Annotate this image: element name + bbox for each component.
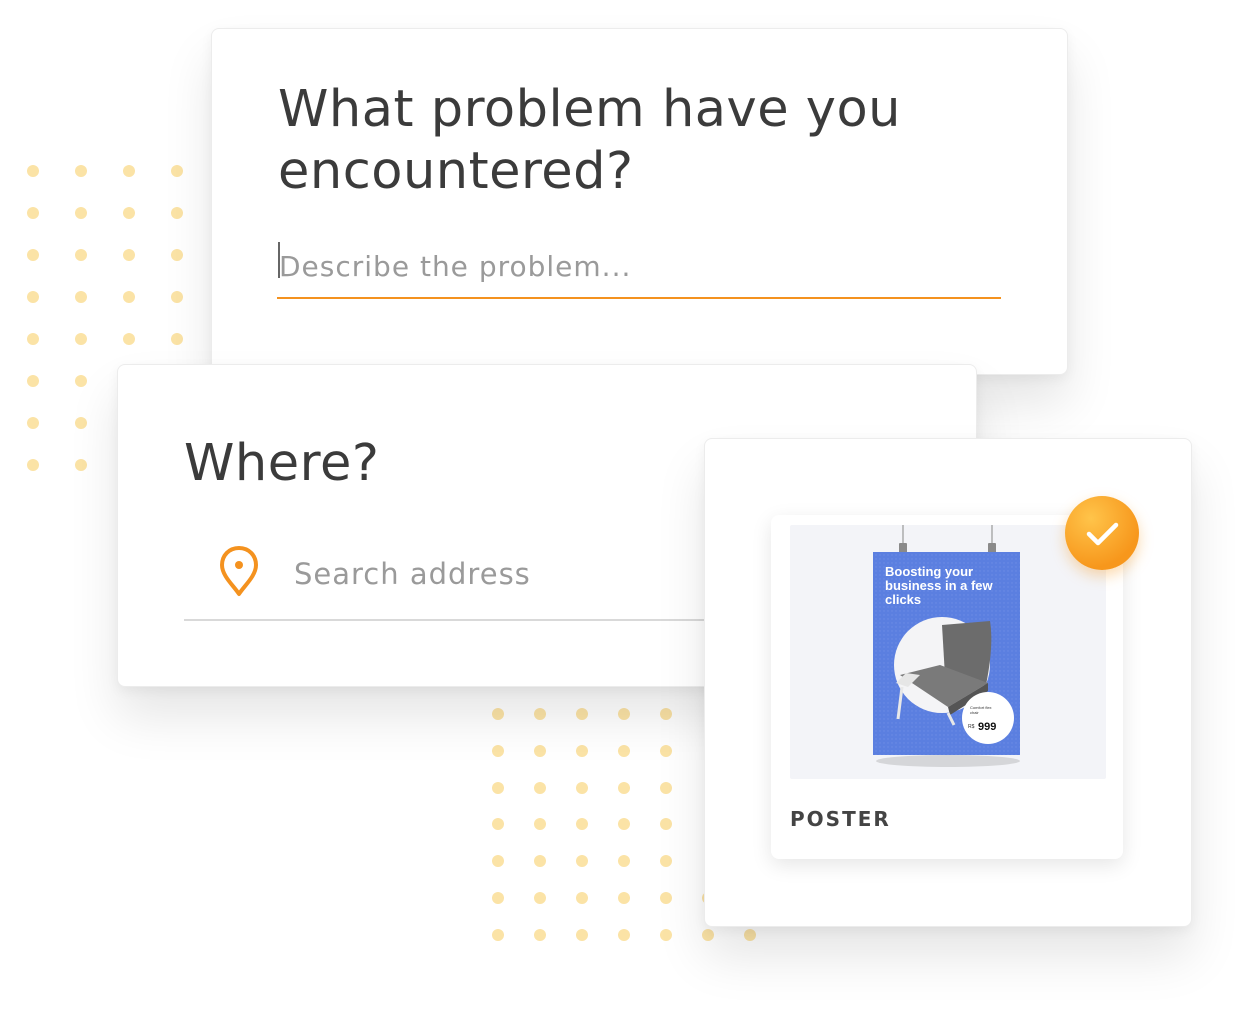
decorative-dot: [27, 249, 39, 261]
decorative-dot: [618, 891, 630, 904]
problem-description-input[interactable]: [277, 239, 1001, 299]
decorative-dot: [171, 291, 183, 303]
decorative-dot: [534, 744, 546, 757]
decorative-dot: [75, 165, 87, 177]
decorative-dot: [618, 928, 630, 941]
decorative-dot: [492, 855, 504, 867]
decorative-dot: [618, 744, 630, 757]
poster-currency: R$: [968, 724, 975, 730]
poster-preview-image: Boosting your business in a few clicks C…: [790, 525, 1106, 779]
decorative-dot: [534, 708, 546, 720]
decorative-dot: [660, 708, 672, 720]
decorative-dot: [534, 891, 546, 904]
decorative-dot: [171, 333, 183, 345]
decorative-dot: [123, 291, 135, 303]
address-search-input[interactable]: [292, 551, 716, 597]
decorative-dot: [576, 818, 588, 831]
decorative-dot: [171, 165, 183, 177]
decorative-dot: [576, 781, 588, 794]
map-pin-icon: [220, 546, 258, 596]
check-icon: [1086, 522, 1119, 546]
decorative-dot: [618, 855, 630, 867]
decorative-dot: [660, 891, 672, 904]
poster-price: 999: [978, 721, 997, 733]
decorative-dot: [660, 781, 672, 794]
decorative-dot: [534, 928, 546, 941]
decorative-dot: [618, 781, 630, 794]
problem-card: What problem have you encountered?: [211, 28, 1068, 375]
decorative-dot: [576, 855, 588, 867]
decorative-dot: [75, 207, 87, 219]
product-label: POSTER: [790, 807, 891, 831]
decorative-dot: [702, 928, 714, 941]
decorative-dot: [576, 708, 588, 720]
poster-caption: Comfort flex chair: [970, 705, 992, 715]
decorative-dot: [75, 375, 87, 387]
decorative-dot: [492, 891, 504, 904]
decorative-dot: [534, 855, 546, 867]
decorative-dot: [27, 165, 39, 177]
decorative-dot: [660, 744, 672, 757]
decorative-dot: [123, 333, 135, 345]
decorative-dot: [171, 207, 183, 219]
decorative-dot: [492, 744, 504, 757]
product-selection-card: Boosting your business in a few clicks C…: [704, 438, 1192, 927]
decorative-dot: [123, 249, 135, 261]
decorative-dot: [534, 781, 546, 794]
decorative-dot: [576, 744, 588, 757]
location-question-title: Where?: [184, 434, 380, 493]
decorative-dot: [27, 207, 39, 219]
decorative-dot: [576, 891, 588, 904]
decorative-dot: [534, 818, 546, 831]
decorative-dot: [492, 708, 504, 720]
decorative-dot: [660, 928, 672, 941]
decorative-dot: [492, 818, 504, 831]
decorative-dot: [75, 249, 87, 261]
decorative-dot: [27, 333, 39, 345]
problem-question-title: What problem have you encountered?: [278, 80, 901, 201]
text-caret: [278, 242, 280, 278]
decorative-dot: [75, 291, 87, 303]
decorative-dot: [744, 928, 756, 941]
decorative-dot: [660, 818, 672, 831]
address-search-field[interactable]: [184, 537, 744, 621]
decorative-dot: [27, 417, 39, 429]
decorative-dot: [618, 818, 630, 831]
decorative-dot: [27, 459, 39, 471]
decorative-dot: [123, 207, 135, 219]
decorative-dot: [492, 781, 504, 794]
poster-headline: Boosting your business in a few clicks: [885, 564, 993, 607]
decorative-dot: [75, 417, 87, 429]
decorative-dot: [660, 855, 672, 867]
decorative-dot: [618, 708, 630, 720]
decorative-dot: [492, 928, 504, 941]
decorative-dot: [75, 333, 87, 345]
decorative-dot: [123, 165, 135, 177]
decorative-dot: [576, 928, 588, 941]
decorative-dot: [75, 459, 87, 471]
decorative-dot: [27, 375, 39, 387]
decorative-dot: [27, 291, 39, 303]
selected-badge[interactable]: [1065, 496, 1139, 570]
decorative-dot: [171, 249, 183, 261]
